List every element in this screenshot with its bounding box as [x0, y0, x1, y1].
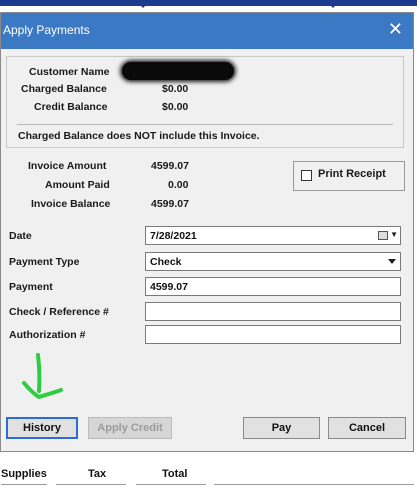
- panel-divider: [17, 124, 393, 125]
- check-reference-label: Check / Reference #: [9, 306, 109, 318]
- calendar-icon[interactable]: [378, 231, 388, 240]
- payment-type-select[interactable]: Check: [145, 252, 401, 271]
- payment-label: Payment: [9, 281, 53, 293]
- payment-input[interactable]: 4599.07: [145, 277, 401, 296]
- customer-name-label: Customer Name: [29, 66, 110, 78]
- apply-payments-dialog: Apply Payments ✕ Customer Name Charged B…: [0, 12, 414, 452]
- date-field[interactable]: 7/28/2021 ▼: [145, 226, 401, 245]
- customer-panel: Customer Name Charged Balance $0.00 Cred…: [6, 56, 404, 148]
- date-value: 7/28/2021: [150, 230, 197, 242]
- authorization-label: Authorization #: [9, 329, 86, 341]
- invoice-balance-label: Invoice Balance: [31, 198, 111, 210]
- date-label: Date: [9, 230, 32, 242]
- history-button[interactable]: History: [6, 417, 78, 439]
- dropdown-arrow-icon[interactable]: ▼: [390, 230, 398, 239]
- background-notch: [325, 0, 341, 8]
- tax-column-header: Tax: [88, 468, 107, 480]
- invoice-balance-value: 4599.07: [151, 198, 189, 210]
- window-title: Apply Payments: [3, 23, 90, 37]
- supplies-column-header: Supplies: [1, 468, 47, 480]
- footer-divider: [56, 484, 126, 485]
- amount-paid-value: 0.00: [168, 179, 189, 191]
- print-receipt-checkbox[interactable]: [301, 170, 312, 181]
- cancel-button[interactable]: Cancel: [328, 417, 406, 439]
- customer-name-redacted: [122, 62, 234, 80]
- credit-balance-value: $0.00: [162, 101, 189, 113]
- footer-divider: [214, 484, 414, 485]
- credit-balance-label: Credit Balance: [34, 101, 108, 113]
- background-titlebar: [0, 0, 417, 6]
- check-reference-input[interactable]: [145, 302, 401, 321]
- apply-credit-button[interactable]: Apply Credit: [88, 417, 172, 439]
- footer-divider: [1, 484, 47, 485]
- amount-paid-label: Amount Paid: [45, 179, 110, 191]
- charged-balance-note: Charged Balance does NOT include this In…: [18, 130, 260, 142]
- invoice-amount-value: 4599.07: [151, 160, 189, 172]
- charged-balance-value: $0.00: [162, 83, 189, 95]
- authorization-input[interactable]: [145, 325, 401, 344]
- payment-type-label: Payment Type: [9, 256, 80, 268]
- payment-type-value: Check: [150, 256, 182, 268]
- footer-divider: [136, 484, 206, 485]
- annotation-arrow-icon: [22, 353, 63, 399]
- background-window-strip: [0, 0, 417, 12]
- payment-value: 4599.07: [150, 281, 188, 293]
- pay-button[interactable]: Pay: [243, 417, 320, 439]
- print-receipt-label[interactable]: Print Receipt: [318, 168, 386, 180]
- charged-balance-label: Charged Balance: [21, 83, 107, 95]
- print-receipt-group: Print Receipt: [293, 161, 405, 191]
- close-icon[interactable]: ✕: [388, 19, 403, 40]
- titlebar: Apply Payments ✕: [1, 13, 413, 49]
- background-notch: [135, 0, 151, 8]
- dropdown-arrow-icon[interactable]: [384, 254, 399, 269]
- invoice-amount-label: Invoice Amount: [28, 160, 107, 172]
- total-column-header: Total: [162, 468, 188, 480]
